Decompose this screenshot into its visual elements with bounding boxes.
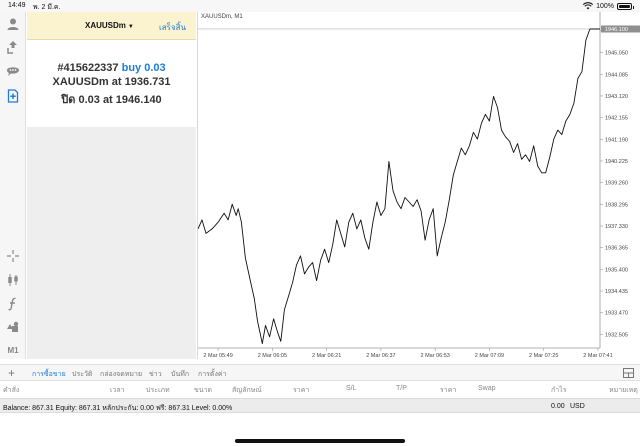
y-tick-label: 1942.155 bbox=[605, 116, 628, 122]
order-side: buy 0.03 bbox=[121, 62, 166, 74]
terminal-columns: คำสั่ง เวลา ประเภท ขนาด สัญลักษณ์ ราคา S… bbox=[0, 382, 640, 396]
done-button[interactable]: เสร็จสิ้น bbox=[159, 21, 186, 34]
tab-news[interactable]: ข่าว bbox=[149, 369, 162, 380]
x-tick-label: 2 Mar 07:25 bbox=[529, 353, 558, 359]
col-tp[interactable]: T/P bbox=[396, 385, 407, 392]
timeframe-button[interactable]: M1 bbox=[4, 342, 22, 358]
indicators-icon[interactable] bbox=[4, 296, 22, 312]
chart-svg[interactable]: 1946.0301945.0501944.0851943.1201942.155… bbox=[198, 12, 640, 359]
status-bar: 14:49 พ. 2 มี.ค. 100% bbox=[0, 0, 640, 12]
crosshair-icon[interactable] bbox=[4, 248, 22, 264]
home-indicator[interactable] bbox=[235, 439, 405, 443]
col-profit[interactable]: กำไร bbox=[551, 385, 566, 396]
y-tick-label: 1935.400 bbox=[605, 267, 628, 273]
status-right: 100% bbox=[583, 2, 634, 10]
col-current-price[interactable]: ราคา bbox=[440, 385, 456, 396]
close-line: ปิด 0.03 at 1946.140 bbox=[27, 90, 196, 108]
order-id: #415622337 bbox=[57, 62, 119, 74]
chart-title: XAUUSDm, M1 bbox=[201, 14, 243, 20]
objects-icon[interactable] bbox=[4, 319, 22, 335]
wifi-icon bbox=[583, 2, 594, 10]
x-tick-label: 2 Mar 06:37 bbox=[366, 353, 395, 359]
candlestick-icon[interactable] bbox=[4, 272, 22, 288]
currency-label: USD bbox=[570, 403, 585, 410]
price-line bbox=[198, 28, 600, 344]
y-tick-label: 1945.050 bbox=[605, 51, 628, 57]
trade-result: #415622337 buy 0.03 XAUUSDm at 1936.731 … bbox=[27, 41, 196, 127]
col-sl[interactable]: S/L bbox=[346, 385, 357, 392]
col-swap[interactable]: Swap bbox=[478, 385, 496, 392]
balance-text: Balance: 867.31 Equity: 867.31 หลักประกั… bbox=[3, 405, 233, 412]
x-tick-label: 2 Mar 06:21 bbox=[312, 353, 341, 359]
order-line: #415622337 buy 0.03 bbox=[27, 62, 196, 74]
open-prefix: XAUUSDm at bbox=[52, 76, 122, 88]
total-profit: 0.00 bbox=[551, 403, 565, 410]
x-tick-label: 2 Mar 05:49 bbox=[203, 353, 232, 359]
trade-panel-background bbox=[27, 127, 196, 359]
timeframe-label: M1 bbox=[7, 345, 19, 355]
col-price[interactable]: ราคา bbox=[293, 385, 309, 396]
open-price: 1936.731 bbox=[124, 76, 171, 88]
close-prefix: ปิด 0.03 at bbox=[61, 94, 113, 106]
col-volume[interactable]: ขนาด bbox=[194, 385, 212, 396]
y-tick-label: 1940.225 bbox=[605, 159, 628, 165]
y-tick-label: 1933.470 bbox=[605, 311, 628, 317]
x-tick-label: 2 Mar 06:53 bbox=[421, 353, 450, 359]
col-type[interactable]: ประเภท bbox=[146, 385, 170, 396]
col-symbol[interactable]: สัญลักษณ์ bbox=[232, 385, 262, 396]
y-tick-label: 1936.365 bbox=[605, 246, 628, 252]
symbol-selector[interactable]: XAUUSDm ▼ bbox=[85, 21, 134, 30]
tab-mailbox[interactable]: กล่องจดหมาย bbox=[100, 369, 142, 380]
col-order[interactable]: คำสั่ง bbox=[3, 385, 19, 396]
price-chart[interactable]: 1946.0301945.0501944.0851943.1201942.155… bbox=[197, 12, 640, 359]
tab-trade[interactable]: การซื้อขาย bbox=[30, 369, 68, 384]
account-icon[interactable] bbox=[4, 16, 22, 32]
layout-icon[interactable] bbox=[623, 368, 634, 378]
col-time[interactable]: เวลา bbox=[110, 385, 125, 396]
x-tick-label: 2 Mar 06:05 bbox=[258, 353, 287, 359]
y-tick-label: 1938.295 bbox=[605, 202, 628, 208]
x-tick-label: 2 Mar 07:41 bbox=[583, 353, 612, 359]
balance-row: Balance: 867.31 Equity: 867.31 หลักประกั… bbox=[0, 398, 640, 413]
symbol-label: XAUUSDm bbox=[85, 21, 126, 30]
terminal-tabs: + การซื้อขาย ประวัติ กล่องจดหมาย ข่าว บั… bbox=[0, 364, 640, 384]
col-comment[interactable]: หมายเหตุ bbox=[609, 385, 638, 396]
y-tick-label: 1941.190 bbox=[605, 137, 628, 143]
tab-history[interactable]: ประวัติ bbox=[72, 369, 92, 380]
chat-icon[interactable] bbox=[4, 63, 22, 79]
caret-down-icon: ▼ bbox=[127, 24, 134, 30]
y-tick-label: 1937.330 bbox=[605, 224, 628, 230]
tab-settings[interactable]: การตั้งค่า bbox=[198, 369, 227, 380]
left-toolbar: M1 bbox=[0, 12, 26, 359]
new-order-icon[interactable] bbox=[4, 88, 22, 104]
add-icon[interactable]: + bbox=[8, 366, 15, 380]
y-tick-label: 1932.505 bbox=[605, 332, 628, 338]
status-time: 14:49 bbox=[8, 2, 26, 9]
close-price: 1946.140 bbox=[115, 94, 162, 106]
current-price-label: 1946.100 bbox=[605, 27, 628, 33]
y-tick-label: 1943.120 bbox=[605, 94, 628, 100]
trade-arrows-icon[interactable] bbox=[4, 39, 22, 55]
tab-journal[interactable]: บันทึก bbox=[171, 369, 189, 380]
open-line: XAUUSDm at 1936.731 bbox=[27, 76, 196, 88]
x-tick-label: 2 Mar 07:09 bbox=[475, 353, 504, 359]
y-tick-label: 1934.435 bbox=[605, 289, 628, 295]
battery-percent: 100% bbox=[596, 2, 614, 10]
trade-header: XAUUSDm ▼ เสร็จสิ้น bbox=[27, 12, 196, 40]
y-tick-label: 1944.085 bbox=[605, 72, 628, 78]
battery-icon bbox=[617, 2, 634, 10]
y-tick-label: 1939.260 bbox=[605, 181, 628, 187]
